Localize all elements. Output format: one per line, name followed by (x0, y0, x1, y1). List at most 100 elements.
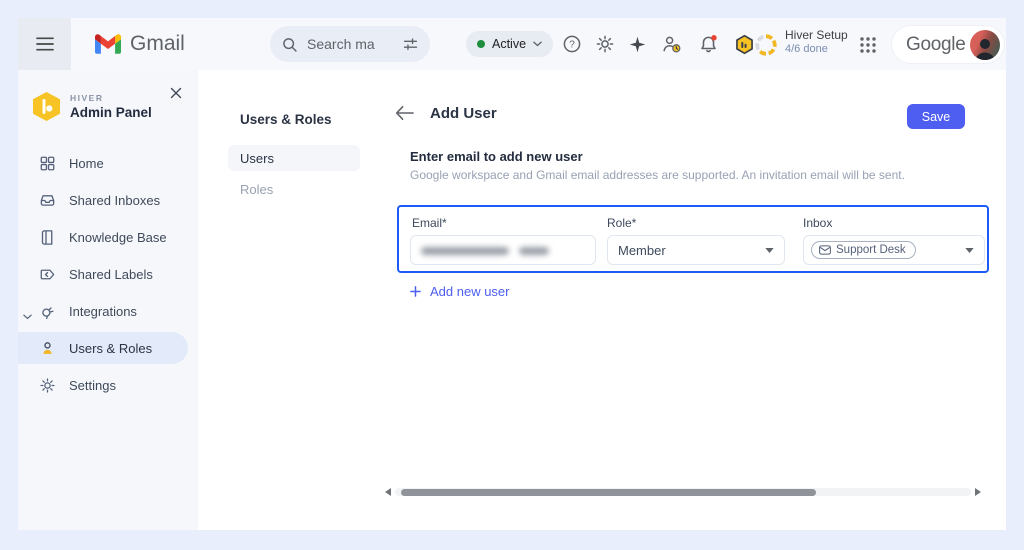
availability-status-dropdown[interactable]: Active (466, 31, 554, 57)
settings-button[interactable] (593, 32, 617, 56)
sidebar-item-knowledge-base[interactable]: Knowledge Base (18, 221, 188, 253)
hamburger-icon (35, 37, 54, 51)
sidebar-item-home[interactable]: Home (18, 147, 188, 179)
bell-icon (700, 34, 717, 52)
users-roles-subnav: Users & Roles Users Roles (198, 70, 385, 530)
hiver-brand: HIVER Admin Panel (33, 87, 198, 121)
inbox-chip-label: Support Desk (836, 244, 906, 256)
search-input[interactable]: Search ma (307, 36, 393, 52)
search-filter-tune-icon[interactable] (402, 36, 419, 53)
scroll-right-arrow[interactable] (975, 488, 981, 496)
sidebar-item-label: Shared Inboxes (69, 192, 161, 208)
add-new-user-label: Add new user (430, 284, 510, 299)
notifications-button[interactable] (696, 32, 720, 56)
hiver-hexagon-icon (735, 34, 753, 54)
sidebar-item-label: Integrations (69, 303, 137, 319)
section-subtitle: Google workspace and Gmail email address… (410, 168, 905, 182)
hiver-logo-icon (33, 92, 60, 121)
gmail-logo[interactable]: Gmail (95, 18, 185, 70)
google-account-pill[interactable]: Google (892, 26, 1004, 63)
google-wordmark: Google (906, 33, 966, 55)
status-label: Active (492, 37, 527, 51)
book-icon (38, 228, 56, 246)
online-status-dot (477, 40, 485, 48)
notification-badge-dot (710, 34, 717, 41)
scrollbar-thumb[interactable] (401, 488, 816, 496)
page-title: Add User (430, 104, 497, 122)
app-window: Gmail Search ma Active ? Hiver Setup 4/6… (18, 18, 1006, 530)
hiver-admin-sidebar: HIVER Admin Panel Home Shared Inboxes Kn… (18, 70, 198, 530)
gmail-wordmark: Gmail (130, 32, 185, 55)
horizontal-scrollbar[interactable] (385, 485, 981, 499)
sidebar-nav: Home Shared Inboxes Knowledge Base Share… (18, 147, 198, 401)
integrations-plug-icon (38, 302, 56, 320)
svg-text:?: ? (569, 40, 575, 51)
brand-text: HIVER Admin Panel (70, 93, 152, 120)
sidebar-item-label: Users & Roles (69, 340, 153, 356)
subnav-title: Users & Roles (240, 112, 332, 127)
chevron-down-icon (965, 247, 974, 253)
sidebar-item-label: Shared Labels (69, 266, 153, 282)
hiver-setup-title: Hiver Setup (785, 28, 848, 42)
page-header: Add User (395, 103, 497, 123)
role-label: Role* (607, 216, 637, 230)
back-arrow-icon (395, 106, 414, 120)
gmail-topbar: Gmail Search ma Active ? Hiver Setup 4/6… (18, 18, 1006, 70)
gemini-button[interactable] (625, 32, 649, 56)
person-icon (38, 339, 56, 357)
hiver-setup-status[interactable]: Hiver Setup 4/6 done (785, 28, 848, 57)
avatar[interactable] (970, 29, 1000, 60)
add-new-user-link[interactable]: Add new user (410, 284, 510, 299)
sidebar-item-label: Settings (69, 377, 116, 393)
search-icon (283, 37, 297, 52)
subnav-item-roles[interactable]: Roles (240, 182, 273, 197)
home-grid-icon (38, 154, 56, 172)
email-field[interactable] (410, 235, 596, 265)
chevron-down-icon (533, 41, 542, 47)
close-panel-button[interactable] (170, 86, 184, 100)
sparkle-icon (629, 36, 645, 52)
sidebar-item-label: Home (69, 155, 104, 171)
add-user-panel: Add User Save Enter email to add new use… (385, 70, 1006, 530)
help-icon: ? (563, 35, 581, 53)
sidebar-item-settings[interactable]: Settings (18, 369, 188, 401)
sidebar-item-shared-labels[interactable]: Shared Labels (18, 258, 188, 290)
chevron-down-icon[interactable] (23, 308, 32, 323)
apps-grid-icon (860, 37, 876, 53)
subnav-item-users[interactable]: Users (228, 145, 360, 171)
email-value-redacted (519, 247, 549, 255)
google-apps-button[interactable] (856, 33, 880, 57)
scroll-left-arrow[interactable] (385, 488, 391, 496)
label-tag-icon (38, 265, 56, 283)
hamburger-menu-button[interactable] (18, 18, 71, 70)
section-title: Enter email to add new user (410, 149, 583, 164)
user-availability-button[interactable] (660, 32, 684, 56)
brand-eyebrow: HIVER (70, 93, 104, 103)
email-value-redacted (421, 247, 509, 255)
inbox-label: Inbox (803, 216, 833, 230)
back-button[interactable] (395, 103, 415, 123)
add-user-form: Email* Role* Inbox Member Support Desk (397, 205, 989, 273)
envelope-icon (819, 245, 831, 255)
hiver-extension-button[interactable] (732, 32, 756, 56)
help-button[interactable]: ? (560, 32, 584, 56)
plus-icon (410, 286, 421, 297)
gear-icon (596, 35, 614, 53)
sidebar-item-integrations[interactable]: Integrations (18, 295, 188, 327)
sidebar-item-shared-inboxes[interactable]: Shared Inboxes (18, 184, 188, 216)
gmail-m-icon (95, 34, 121, 54)
gear-icon (38, 376, 56, 394)
setup-progress-ring (754, 33, 778, 57)
inbox-chip[interactable]: Support Desk (811, 241, 916, 259)
save-button[interactable]: Save (907, 104, 965, 129)
chevron-down-icon (765, 247, 774, 253)
search-bar[interactable]: Search ma (270, 26, 430, 62)
sidebar-item-label: Knowledge Base (69, 229, 167, 245)
sidebar-item-users-roles[interactable]: Users & Roles (18, 332, 188, 364)
role-select[interactable]: Member (607, 235, 785, 265)
inbox-icon (38, 191, 56, 209)
person-clock-icon (663, 36, 681, 53)
inbox-select[interactable]: Support Desk (803, 235, 985, 265)
brand-title: Admin Panel (70, 105, 152, 120)
scrollbar-track[interactable] (395, 488, 971, 496)
